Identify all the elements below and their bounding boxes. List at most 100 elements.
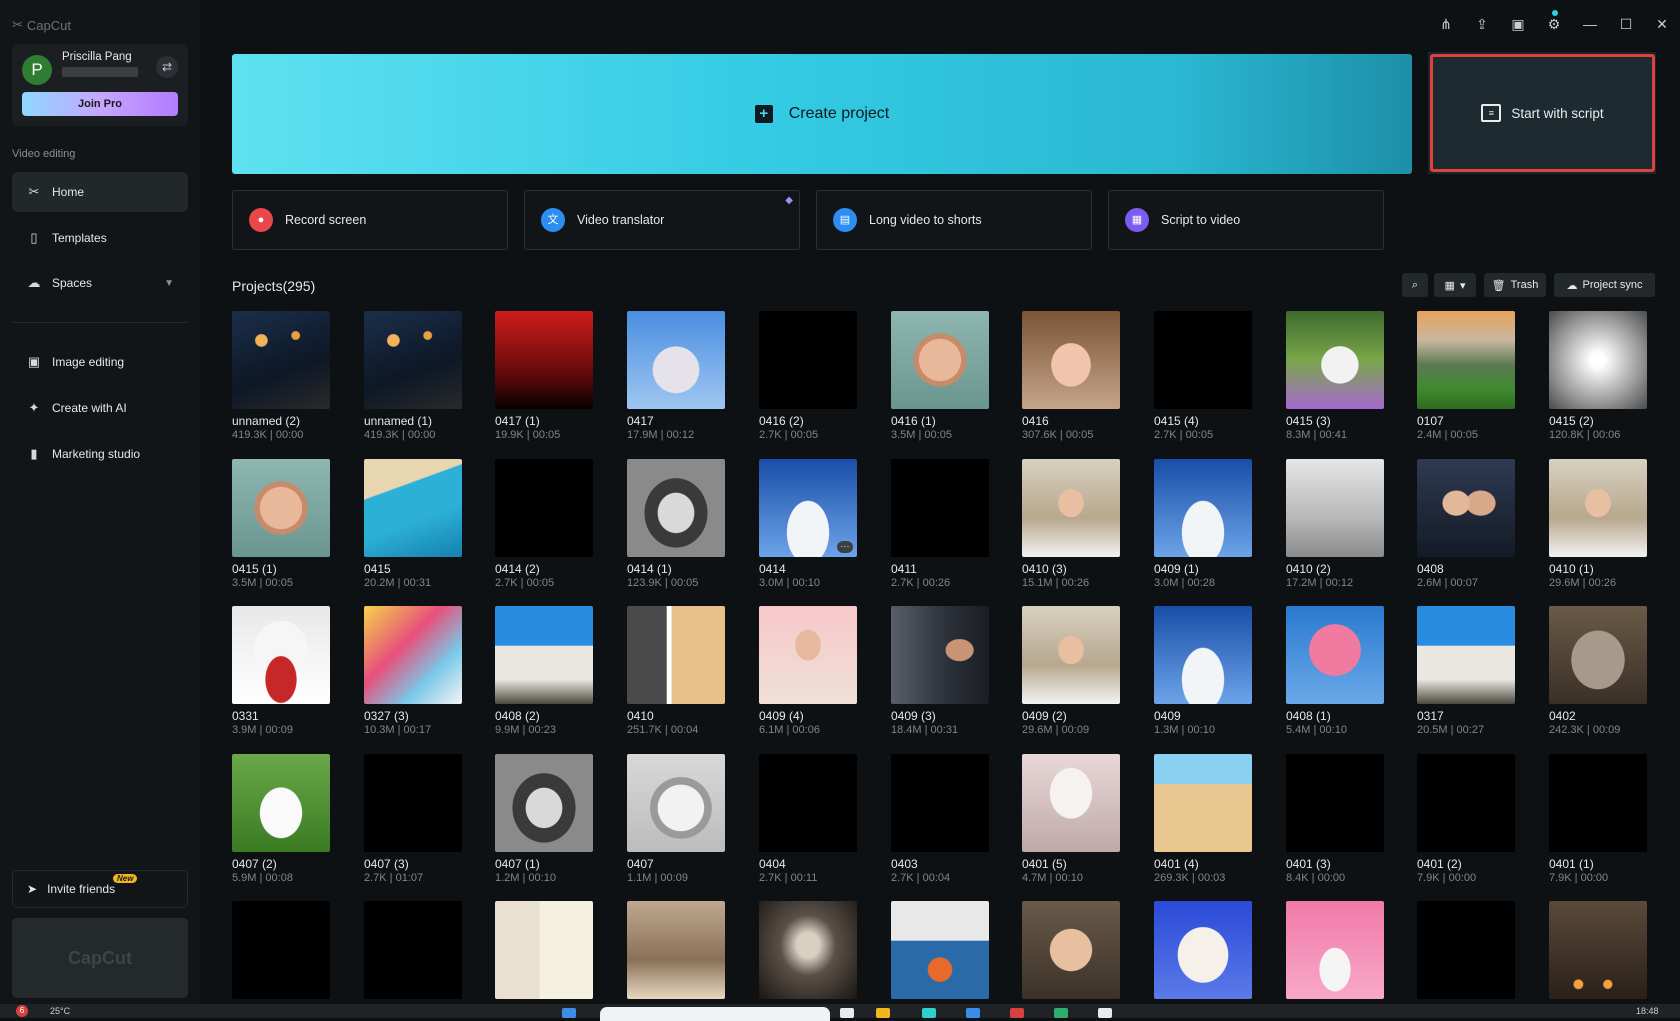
share-icon[interactable]: ⋔ xyxy=(1428,16,1464,33)
project-thumbnail[interactable] xyxy=(1417,311,1515,409)
project-thumbnail[interactable] xyxy=(232,311,330,409)
project-card[interactable]: 0415 20.2M | 00:31 xyxy=(364,459,462,589)
project-thumbnail[interactable] xyxy=(759,311,857,409)
project-thumbnail[interactable]: ⋯ xyxy=(759,459,857,557)
project-card[interactable]: 0408 2.6M | 00:07 xyxy=(1417,459,1515,589)
project-card[interactable]: 0327 (3) 10.3M | 00:17 xyxy=(364,606,462,736)
taskbar-app-icon[interactable] xyxy=(966,1008,980,1018)
create-project-button[interactable]: + Create project xyxy=(232,54,1412,174)
project-card[interactable]: unnamed (2) 419.3K | 00:00 xyxy=(232,311,330,441)
project-thumbnail[interactable] xyxy=(1549,606,1647,704)
browser-icon[interactable] xyxy=(922,1008,936,1018)
project-card[interactable]: 0416 307.6K | 00:05 xyxy=(1022,311,1120,441)
project-thumbnail[interactable] xyxy=(627,459,725,557)
project-thumbnail[interactable] xyxy=(495,901,593,999)
switch-account-icon[interactable]: ⇄ xyxy=(156,56,178,78)
project-thumbnail[interactable] xyxy=(1549,754,1647,852)
minimize-icon[interactable]: — xyxy=(1572,16,1608,33)
taskbar-app-icon[interactable] xyxy=(840,1008,854,1018)
long-video-to-shorts-button[interactable]: ▤ Long video to shorts xyxy=(816,190,1092,250)
project-card[interactable]: 0409 (2) 29.6M | 00:09 xyxy=(1022,606,1120,736)
project-card[interactable] xyxy=(1286,901,1384,1004)
project-thumbnail[interactable] xyxy=(364,754,462,852)
project-thumbnail[interactable] xyxy=(891,754,989,852)
project-card[interactable]: 0401 (5) 4.7M | 00:10 xyxy=(1022,754,1120,884)
join-pro-button[interactable]: Join Pro xyxy=(22,92,178,116)
project-card[interactable]: 0415 (2) 120.8K | 00:06 xyxy=(1549,311,1647,441)
project-thumbnail[interactable] xyxy=(1417,901,1515,999)
project-thumbnail[interactable] xyxy=(1286,901,1384,999)
project-card[interactable]: 0401 (4) 269.3K | 00:03 xyxy=(1154,754,1252,884)
project-thumbnail[interactable] xyxy=(1549,459,1647,557)
project-thumbnail[interactable] xyxy=(1022,901,1120,999)
project-thumbnail[interactable] xyxy=(891,459,989,557)
project-thumbnail[interactable] xyxy=(1154,606,1252,704)
project-thumbnail[interactable] xyxy=(1417,459,1515,557)
trash-button[interactable]: 🗑 Trash xyxy=(1484,273,1546,297)
more-options-icon[interactable]: ⋯ xyxy=(837,541,853,553)
project-thumbnail[interactable] xyxy=(627,901,725,999)
project-thumbnail[interactable] xyxy=(1417,754,1515,852)
project-card[interactable]: 0404 2.7K | 00:11 xyxy=(759,754,857,884)
project-card[interactable]: 0107 2.4M | 00:05 xyxy=(1417,311,1515,441)
project-thumbnail[interactable] xyxy=(364,606,462,704)
project-thumbnail[interactable] xyxy=(1286,606,1384,704)
project-thumbnail[interactable] xyxy=(1154,311,1252,409)
project-thumbnail[interactable] xyxy=(1022,311,1120,409)
project-thumbnail[interactable] xyxy=(1154,459,1252,557)
project-thumbnail[interactable] xyxy=(1549,901,1647,999)
project-card[interactable] xyxy=(495,901,593,1004)
upload-icon[interactable]: ⇪ xyxy=(1464,16,1500,33)
project-thumbnail[interactable] xyxy=(1022,606,1120,704)
close-icon[interactable]: ✕ xyxy=(1644,16,1680,33)
project-card[interactable] xyxy=(364,901,462,1004)
taskbar-app-icon[interactable] xyxy=(1010,1008,1024,1018)
project-thumbnail[interactable] xyxy=(1022,754,1120,852)
project-card[interactable]: 0415 (1) 3.5M | 00:05 xyxy=(232,459,330,589)
avatar[interactable]: P xyxy=(22,55,52,85)
sidebar-item-image-editing[interactable]: ▣ Image editing xyxy=(12,342,188,382)
project-card[interactable] xyxy=(759,901,857,1004)
project-card[interactable]: 0417 (1) 19.9K | 00:05 xyxy=(495,311,593,441)
project-thumbnail[interactable] xyxy=(759,606,857,704)
project-card[interactable] xyxy=(627,901,725,1004)
project-card[interactable]: 0409 1.3M | 00:10 xyxy=(1154,606,1252,736)
project-thumbnail[interactable] xyxy=(627,606,725,704)
project-card[interactable]: 0407 1.1M | 00:09 xyxy=(627,754,725,884)
windows-start-icon[interactable] xyxy=(562,1008,576,1018)
sidebar-item-spaces[interactable]: ☁ Spaces ▼ xyxy=(12,263,188,303)
project-thumbnail[interactable] xyxy=(627,754,725,852)
project-thumbnail[interactable] xyxy=(1549,311,1647,409)
project-card[interactable]: 0417 17.9M | 00:12 xyxy=(627,311,725,441)
project-card[interactable]: 0408 (2) 9.9M | 00:23 xyxy=(495,606,593,736)
sidebar-item-home[interactable]: ✂ Home xyxy=(12,172,188,212)
project-card[interactable] xyxy=(232,901,330,1004)
chevron-down-icon[interactable]: ▼ xyxy=(164,278,174,289)
project-thumbnail[interactable] xyxy=(1286,754,1384,852)
project-card[interactable]: 0331 3.9M | 00:09 xyxy=(232,606,330,736)
project-card[interactable] xyxy=(1417,901,1515,1004)
project-card[interactable]: 0415 (4) 2.7K | 00:05 xyxy=(1154,311,1252,441)
sidebar-item-marketing-studio[interactable]: ▮ Marketing studio xyxy=(12,434,188,474)
project-card[interactable]: 0407 (1) 1.2M | 00:10 xyxy=(495,754,593,884)
project-card[interactable]: 0414 (1) 123.9K | 00:05 xyxy=(627,459,725,589)
project-card[interactable] xyxy=(1022,901,1120,1004)
project-thumbnail[interactable] xyxy=(1154,901,1252,999)
project-thumbnail[interactable] xyxy=(232,754,330,852)
project-card[interactable] xyxy=(1154,901,1252,1004)
feedback-icon[interactable]: ▣ xyxy=(1500,16,1536,33)
view-toggle-button[interactable]: ▦ ▾ xyxy=(1434,273,1476,297)
project-thumbnail[interactable] xyxy=(627,311,725,409)
project-thumbnail[interactable] xyxy=(495,606,593,704)
project-thumbnail[interactable] xyxy=(1022,459,1120,557)
project-card[interactable]: 0409 (4) 6.1M | 00:06 xyxy=(759,606,857,736)
project-card[interactable]: 0410 (2) 17.2M | 00:12 xyxy=(1286,459,1384,589)
settings-icon[interactable]: ⚙ xyxy=(1536,16,1572,33)
project-thumbnail[interactable] xyxy=(232,459,330,557)
project-thumbnail[interactable] xyxy=(891,606,989,704)
project-card[interactable]: 0409 (1) 3.0M | 00:28 xyxy=(1154,459,1252,589)
sidebar-item-create-with-ai[interactable]: ✦ Create with AI xyxy=(12,388,188,428)
project-thumbnail[interactable] xyxy=(495,311,593,409)
sidebar-item-templates[interactable]: ▯ Templates xyxy=(12,218,188,258)
project-card[interactable] xyxy=(891,901,989,1004)
